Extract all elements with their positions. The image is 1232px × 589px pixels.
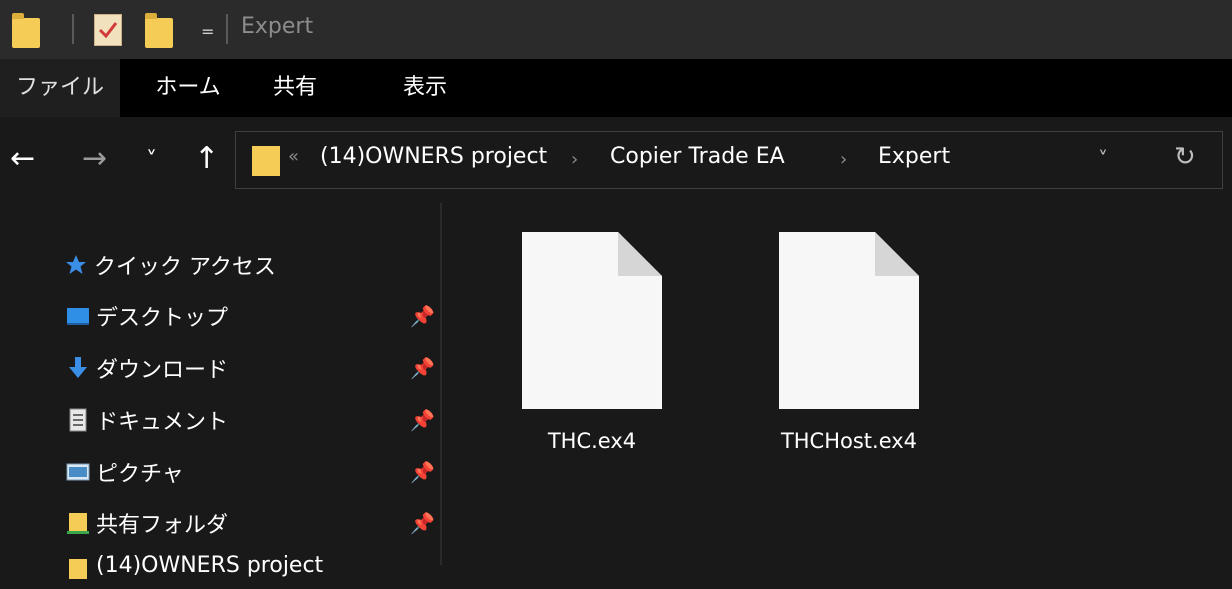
breadcrumb-copier-trade-ea[interactable]: Copier Trade EA — [610, 144, 785, 169]
file-name: THCHost.ex4 — [780, 429, 918, 453]
pictures-icon — [66, 463, 90, 481]
pane-divider[interactable] — [440, 203, 442, 565]
file-name: THC.ex4 — [547, 429, 637, 453]
tab-home[interactable]: ホーム — [138, 59, 238, 117]
new-folder-icon[interactable] — [145, 13, 173, 48]
tab-view[interactable]: 表示 — [380, 59, 470, 117]
overflow-chevron-icon[interactable]: « — [288, 146, 299, 167]
pin-icon[interactable]: 📌 — [410, 511, 435, 535]
pin-icon[interactable]: 📌 — [410, 460, 435, 484]
breadcrumb-expert[interactable]: Expert — [878, 144, 950, 169]
up-button[interactable]: ↑ — [194, 141, 219, 177]
address-row: ← → ˅ ↑ « (14)OWNERS project › Copier Tr… — [0, 117, 1232, 203]
star-icon — [66, 255, 86, 274]
sidebar-item-label: ドキュメント — [96, 410, 229, 435]
sidebar-item-label: ピクチャ — [96, 462, 184, 487]
sidebar-item-label: 共有フォルダ — [96, 513, 229, 538]
recent-locations-button[interactable]: ˅ — [146, 143, 157, 179]
download-icon — [69, 357, 87, 378]
blank-file-icon — [779, 232, 919, 409]
address-bar[interactable]: « (14)OWNERS project › Copier Trade EA ›… — [235, 131, 1223, 189]
tab-share[interactable]: 共有 — [250, 59, 340, 117]
breadcrumb-owners-project[interactable]: (14)OWNERS project — [320, 144, 547, 169]
pin-icon[interactable]: 📌 — [410, 408, 435, 432]
file-item-thc[interactable]: THC.ex4 — [522, 232, 662, 462]
navigation-pane: クイック アクセス デスクトップ 📌 ダウンロード 📌 ドキュメント 📌 ピクチ… — [0, 203, 440, 579]
file-item-thchost[interactable]: THCHost.ex4 — [779, 232, 919, 462]
ribbon-tabs: ファイル ホーム 共有 表示 — [0, 59, 1232, 117]
quick-access-dropdown-icon[interactable]: = — [201, 22, 214, 41]
shared-folder-icon — [67, 513, 89, 534]
back-button[interactable]: ← — [10, 141, 35, 177]
desktop-icon — [67, 308, 89, 325]
tab-file[interactable]: ファイル — [0, 59, 120, 117]
title-bar: = Expert — [0, 0, 1232, 59]
toolbar-separator — [226, 14, 228, 44]
breadcrumb-separator-icon: › — [840, 149, 848, 170]
blank-file-icon — [522, 232, 662, 409]
pin-icon[interactable]: 📌 — [410, 304, 435, 328]
window-title: Expert — [241, 14, 314, 39]
document-icon — [69, 408, 87, 432]
sidebar-item-label: (14)OWNERS project — [96, 553, 324, 578]
properties-icon[interactable] — [94, 14, 122, 46]
breadcrumb-separator-icon: › — [571, 149, 579, 170]
pin-icon[interactable]: 📌 — [410, 356, 435, 380]
sidebar-item-label: クイック アクセス — [94, 255, 276, 280]
forward-button[interactable]: → — [82, 141, 107, 177]
folder-icon — [252, 146, 280, 176]
folder-icon[interactable] — [12, 13, 40, 48]
folder-icon — [69, 559, 87, 579]
toolbar-separator — [72, 14, 74, 44]
sidebar-item-label: デスクトップ — [96, 306, 229, 331]
address-dropdown-icon[interactable]: ˅ — [1098, 147, 1108, 171]
refresh-icon[interactable]: ↻ — [1174, 142, 1196, 172]
sidebar-item-label: ダウンロード — [96, 358, 229, 383]
